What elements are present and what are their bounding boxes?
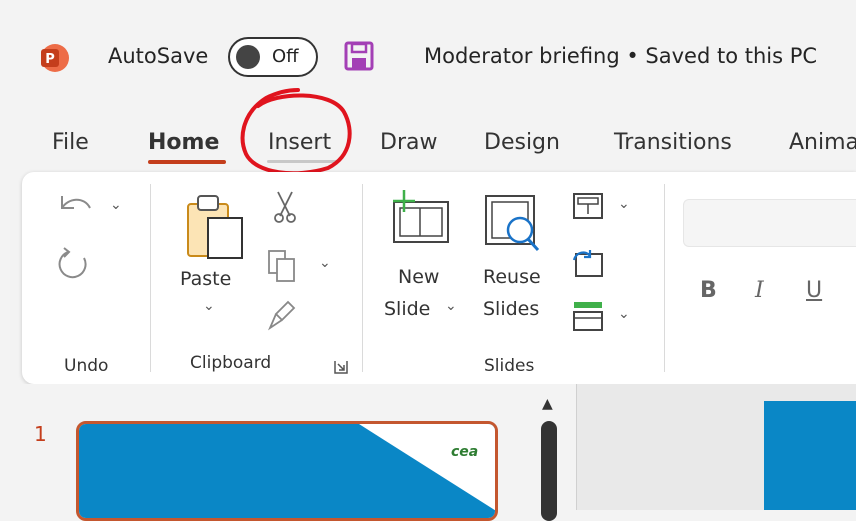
scrollbar-thumb[interactable] <box>541 421 557 521</box>
ribbon-separator <box>150 184 151 372</box>
italic-button[interactable]: I <box>755 278 764 303</box>
bold-button[interactable]: B <box>700 278 717 303</box>
autosave-state: Off <box>272 46 299 67</box>
reuse-slides-label-line1[interactable]: Reuse <box>483 266 541 288</box>
svg-text:P: P <box>45 52 55 67</box>
new-slide-label-line1[interactable]: New <box>398 266 439 288</box>
slides-group-label: Slides <box>484 356 535 376</box>
reuse-slides-icon[interactable] <box>484 192 550 258</box>
current-slide-preview[interactable] <box>764 401 856 510</box>
scroll-up-icon[interactable]: ▲ <box>542 396 553 412</box>
undo-group-label: Undo <box>64 356 109 376</box>
paste-label[interactable]: Paste <box>180 268 231 290</box>
tab-transitions[interactable]: Transitions <box>614 130 732 155</box>
undo-dropdown-icon[interactable]: ⌄ <box>110 197 122 213</box>
section-icon[interactable] <box>572 300 604 332</box>
active-tab-indicator <box>148 160 226 164</box>
reset-slide-icon[interactable] <box>572 248 604 278</box>
layout-icon[interactable] <box>572 192 604 220</box>
slide-thumbnail[interactable]: cea <box>76 421 498 521</box>
copy-dropdown-icon[interactable]: ⌄ <box>319 255 331 271</box>
tab-design[interactable]: Design <box>484 130 560 155</box>
cut-icon[interactable] <box>272 190 298 224</box>
ribbon-separator <box>362 184 363 372</box>
title-bar: P AutoSave Off Moderator briefing • Save… <box>0 0 856 110</box>
tab-home[interactable]: Home <box>148 130 219 155</box>
format-painter-icon[interactable] <box>268 298 298 332</box>
ribbon-separator <box>664 184 665 372</box>
clipboard-group-label: Clipboard <box>190 353 272 373</box>
new-slide-label-line2[interactable]: Slide <box>384 298 430 320</box>
section-dropdown-icon[interactable]: ⌄ <box>618 306 630 322</box>
autosave-toggle[interactable]: Off <box>228 37 318 77</box>
font-name-combobox[interactable] <box>683 199 856 247</box>
slide-thumbnail-art: cea <box>79 424 495 518</box>
new-slide-dropdown-icon[interactable]: ⌄ <box>445 298 457 314</box>
red-circle-annotation <box>240 88 352 176</box>
undo-icon[interactable] <box>54 192 102 220</box>
redo-icon[interactable] <box>54 244 94 284</box>
powerpoint-icon[interactable]: P <box>38 42 70 74</box>
layout-dropdown-icon[interactable]: ⌄ <box>618 196 630 212</box>
tab-draw[interactable]: Draw <box>380 130 437 155</box>
paste-icon[interactable] <box>184 190 248 262</box>
dialog-launcher-icon[interactable] <box>334 360 348 374</box>
tab-animations[interactable]: Anima <box>789 130 856 155</box>
toggle-knob <box>236 45 260 69</box>
save-icon[interactable] <box>343 40 375 72</box>
new-slide-icon[interactable] <box>386 188 452 246</box>
cea-logo: cea <box>451 444 478 460</box>
slide-number: 1 <box>34 422 47 446</box>
autosave-label: AutoSave <box>108 44 209 68</box>
paste-dropdown-icon[interactable]: ⌄ <box>203 298 215 314</box>
document-title[interactable]: Moderator briefing • Saved to this PC <box>424 44 817 68</box>
tab-file[interactable]: File <box>52 130 89 155</box>
copy-icon[interactable] <box>266 248 298 284</box>
reuse-slides-label-line2[interactable]: Slides <box>483 298 539 320</box>
underline-button[interactable]: U <box>806 278 822 303</box>
